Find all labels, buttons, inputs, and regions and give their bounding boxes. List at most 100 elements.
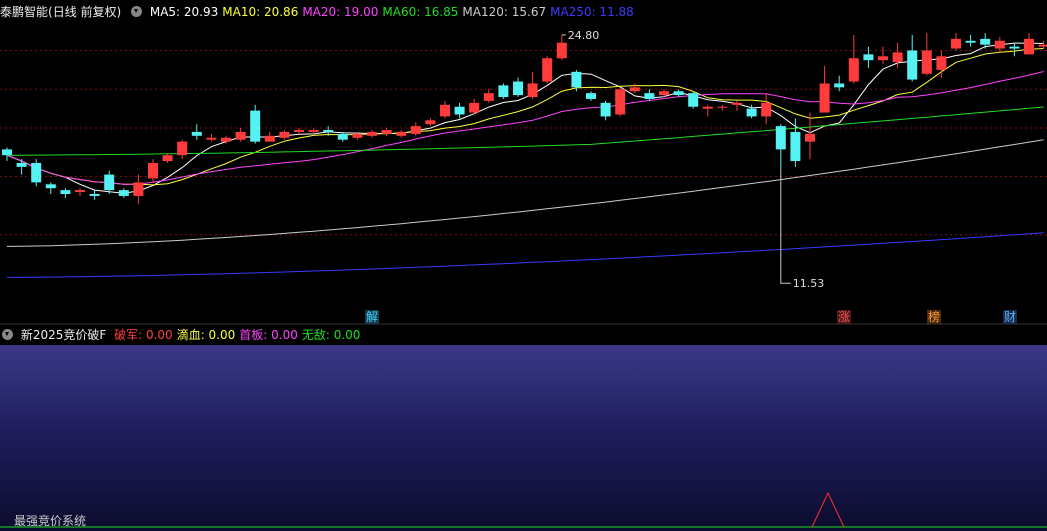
candle-body	[717, 106, 728, 108]
low-price-label: 11.53	[793, 277, 825, 290]
event-marker-jie[interactable]: 解	[365, 310, 380, 324]
signal-spike	[811, 491, 845, 528]
candle-body	[454, 106, 465, 115]
candle-body	[16, 162, 27, 167]
indicator-value: 滴血: 0.00	[176, 328, 236, 342]
candle-body	[805, 133, 815, 142]
candle-body	[206, 137, 217, 140]
dropdown-toggle-icon[interactable]	[131, 6, 143, 17]
candle-body	[75, 190, 85, 193]
candle-body	[118, 190, 129, 196]
event-marker-cai[interactable]: 财	[1003, 310, 1018, 324]
candle-body	[586, 93, 596, 99]
candle-body	[279, 131, 290, 138]
candle-body	[527, 83, 538, 98]
candle-body	[483, 93, 494, 101]
indicator-value: 无敌: 0.00	[301, 328, 361, 342]
kline-chart[interactable]: 24.80 11.53	[0, 0, 1047, 325]
candle-body	[790, 131, 801, 162]
ma-legend-item: MA5: 20.93	[149, 5, 219, 19]
candle-body	[89, 194, 100, 196]
candle-body	[513, 81, 523, 96]
candle-body	[425, 120, 436, 125]
candle-body	[45, 184, 56, 189]
candle-body	[819, 83, 830, 113]
candle-body	[440, 104, 450, 117]
indicator-value: 破军: 0.00	[114, 328, 173, 342]
candle-body	[250, 110, 261, 142]
candle-body	[673, 91, 684, 96]
indicator-values: 破军: 0.00 滴血: 0.00 首板: 0.00 无敌: 0.00	[110, 328, 360, 342]
ma-legend-item: MA250: 11.88	[550, 5, 634, 19]
candle-body	[965, 40, 976, 43]
candle-body	[571, 71, 582, 88]
candle-body	[323, 130, 334, 132]
candle-body	[921, 50, 932, 74]
event-marker-zhang[interactable]: 涨	[837, 310, 852, 324]
candle-body	[951, 38, 961, 49]
candle-body	[761, 102, 772, 117]
candle-body	[177, 141, 188, 156]
ma-legend: MA5: 20.93 MA10: 20.86 MA20: 19.00 MA60: 16…	[150, 5, 638, 19]
ma5-line	[6, 42, 1044, 194]
ma-legend-item: MA10: 20.86	[222, 5, 299, 19]
candle-body	[294, 130, 304, 132]
candle-body	[396, 131, 407, 136]
indicator-plot	[0, 491, 1047, 528]
high-price-label: 24.80	[568, 29, 600, 42]
candle-body	[162, 155, 173, 162]
candle-body	[878, 56, 888, 61]
candle-body	[936, 56, 947, 70]
event-marker-bang[interactable]: 榜	[927, 310, 942, 324]
candle-body	[732, 102, 742, 105]
candle-body	[410, 126, 421, 134]
stock-name[interactable]: 泰鹏智能	[0, 5, 48, 19]
candle-body	[863, 54, 874, 61]
period-label: (日线 前复权)	[48, 5, 122, 19]
ma120-line	[6, 139, 1044, 247]
ma250-line	[6, 232, 1044, 278]
candle-body	[2, 149, 12, 156]
candle-body	[1024, 38, 1034, 55]
candle-body	[702, 106, 713, 109]
candle-body	[148, 162, 158, 179]
candle-body	[542, 58, 553, 82]
candle-body	[848, 58, 859, 82]
candle-body	[834, 83, 845, 88]
candle-body	[221, 137, 231, 142]
candle-body	[1009, 46, 1020, 49]
candle-body	[600, 102, 611, 117]
ma60-line	[7, 106, 1044, 156]
candle-body	[498, 85, 509, 98]
dropdown-toggle-icon[interactable]	[2, 329, 13, 340]
candle-body	[907, 50, 918, 80]
candle-body	[264, 135, 275, 142]
candle-body	[892, 52, 903, 63]
ma-legend-item: MA20: 19.00	[302, 5, 379, 19]
kline-chart-panel[interactable]: 24.80 11.53 泰鹏智能(日线 前复权) MA5: 20.93 MA10: …	[0, 0, 1047, 325]
candle-body	[469, 102, 480, 113]
indicator-panel[interactable]	[0, 345, 1047, 531]
ma-legend-item: MA60: 16.85	[382, 5, 459, 19]
candle-body	[104, 174, 115, 191]
candle-body	[191, 131, 202, 136]
candle-body	[381, 130, 392, 134]
candle-body	[235, 131, 246, 140]
indicator-system-name: 最强竞价系统	[14, 514, 87, 528]
candle-body	[659, 91, 669, 96]
candle-body	[629, 87, 640, 92]
candle-body	[746, 108, 757, 117]
low-pointer	[780, 168, 791, 284]
candle-body	[688, 93, 699, 107]
candle-body	[615, 89, 626, 115]
candle-body	[994, 40, 1005, 49]
candle-body	[980, 38, 991, 45]
candle-body	[775, 126, 786, 150]
candle-body	[337, 133, 348, 140]
candle-body	[352, 133, 363, 138]
candle-body	[644, 93, 655, 99]
candle-body	[308, 130, 319, 132]
candle-body	[1038, 44, 1047, 47]
indicator-name[interactable]: 新2025竞价破F	[21, 328, 106, 342]
candle-body	[367, 131, 377, 136]
